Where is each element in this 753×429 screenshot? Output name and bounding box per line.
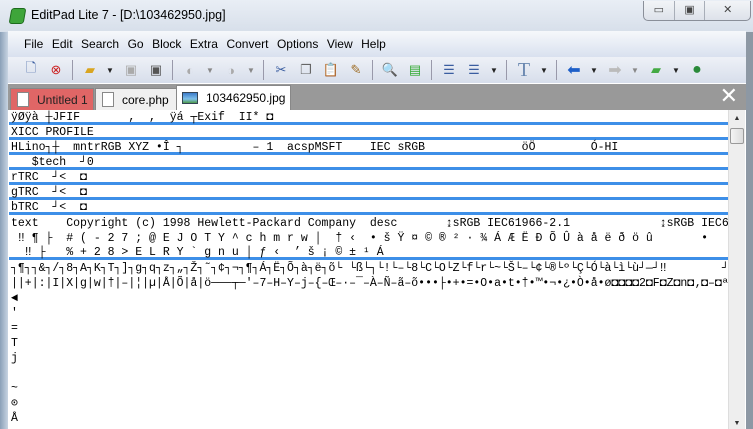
tab-label: 103462950.jpg xyxy=(206,91,286,105)
find-icon[interactable]: 🔍 xyxy=(381,61,399,79)
font-icon[interactable]: T xyxy=(515,59,533,81)
menu-extra[interactable]: Extra xyxy=(190,37,218,51)
maximize-button[interactable]: ▣ xyxy=(675,1,706,20)
menu-go[interactable]: Go xyxy=(128,37,144,51)
vertical-scrollbar[interactable]: ▲ ▼ xyxy=(728,110,745,429)
title-bar: EditPad Lite 7 - [D:\103462950.jpg] ▭ ▣ … xyxy=(0,0,753,32)
close-tab-icon[interactable]: ✕ xyxy=(720,85,738,107)
chevron-down-icon[interactable]: ▼ xyxy=(631,61,639,79)
window-border-left xyxy=(0,32,8,429)
window-controls: ▭ ▣ ✕ xyxy=(643,1,751,21)
text-line: ||+|:|I|X|g|w|†|–|¦|µ|Å|Õ|å|ö───┬─'–7–H–… xyxy=(11,277,728,290)
toolbar-separator xyxy=(263,60,264,80)
image-file-icon xyxy=(182,92,198,104)
chevron-down-icon[interactable]: ▼ xyxy=(672,61,680,79)
text-editor[interactable]: ÿØÿà ┼JFIF , , ÿá ┬Exif II* ◘ XICC PROFIL… xyxy=(9,110,728,429)
app-icon xyxy=(8,8,27,24)
text-line: ⊙ xyxy=(11,397,18,410)
menu-bar: File Edit Search Go Block Extra Convert … xyxy=(8,31,746,57)
toolbar-separator xyxy=(372,60,373,80)
forward-icon[interactable]: ➡ xyxy=(606,61,624,79)
web-icon[interactable]: ● xyxy=(688,61,706,79)
redo-icon[interactable]: ◑ xyxy=(222,61,240,79)
menu-file[interactable]: File xyxy=(24,37,43,51)
replace-icon[interactable]: ▤ xyxy=(406,61,424,79)
notebook-icon[interactable]: ▰ xyxy=(647,61,665,79)
text-line: text Copyright (c) 1998 Hewlett-Packard … xyxy=(11,217,728,230)
chevron-down-icon[interactable]: ▼ xyxy=(540,61,548,79)
text-line: bTRC ┘< ◘ xyxy=(9,200,728,215)
close-file-icon[interactable]: ⊗ xyxy=(47,61,65,79)
text-line: gTRC ┘< ◘ xyxy=(9,185,728,200)
text-line: Å xyxy=(11,412,18,425)
menu-search[interactable]: Search xyxy=(81,37,119,51)
text-line: j xyxy=(11,352,18,365)
text-line: ‼ ├ % + 2 8 > E L R Y ` g n u │ ƒ ‹ ’ š … xyxy=(9,245,728,260)
tab-103462950-jpg[interactable]: 103462950.jpg xyxy=(176,85,291,110)
toolbar: 🗋 ⊗ ▰ ▼ ▣ ▣ ◐ ▼ ◑ ▼ ✂ ❐ 📋 ✎ 🔍 ▤ ☰ ☰ ▼ T … xyxy=(8,57,746,83)
text-line xyxy=(9,365,728,380)
tab-bar: Untitled 1 core.php 103462950.jpg ✕ xyxy=(8,84,746,110)
text-line: $tech ┘0 xyxy=(9,155,728,170)
toolbar-separator xyxy=(556,60,557,80)
undo-icon[interactable]: ◐ xyxy=(181,61,199,79)
menu-edit[interactable]: Edit xyxy=(52,37,73,51)
text-line: HLino┐┼ mntrRGB XYZ •Î ┐ – 1 acspMSFT IE… xyxy=(9,140,728,155)
save-all-icon[interactable]: ▣ xyxy=(147,61,165,79)
text-line: ┐¶┐┐&┐/┐8┐A┐K┐T┐]┐g┐q┐z┐„┐Ž┐˜┐¢┐¬┐¶┐Á┐Ë┐… xyxy=(11,262,728,275)
chevron-down-icon[interactable]: ▼ xyxy=(106,61,114,79)
window-title: EditPad Lite 7 - [D:\103462950.jpg] xyxy=(31,8,226,22)
text-line: ~ xyxy=(11,382,18,395)
text-line: ÿØÿà ┼JFIF , , ÿá ┬Exif II* ◘ xyxy=(9,110,728,125)
cut-icon[interactable]: ✂ xyxy=(272,61,290,79)
file-icon xyxy=(102,92,114,107)
copy-icon[interactable]: ❐ xyxy=(297,61,315,79)
menu-convert[interactable]: Convert xyxy=(226,37,268,51)
menu-options[interactable]: Options xyxy=(277,37,318,51)
text-line: = xyxy=(11,322,18,335)
new-file-icon[interactable]: 🗋 xyxy=(22,60,40,79)
close-button[interactable]: ✕ xyxy=(705,1,750,20)
scrollbar-thumb[interactable] xyxy=(730,128,744,144)
text-line: XICC PROFILE xyxy=(9,125,728,140)
block-icon[interactable]: ☰ xyxy=(465,61,483,79)
save-icon[interactable]: ▣ xyxy=(122,61,140,79)
minimize-button[interactable]: ▭ xyxy=(644,1,675,20)
text-line: ' xyxy=(11,307,18,320)
indent-icon[interactable]: ☰ xyxy=(440,61,458,79)
toolbar-separator xyxy=(172,60,173,80)
menu-block[interactable]: Block xyxy=(152,37,181,51)
scroll-down-icon[interactable]: ▼ xyxy=(729,420,745,427)
clipboard-edit-icon[interactable]: ✎ xyxy=(347,61,365,79)
text-line: ◄ xyxy=(11,292,18,305)
text-line: ‼ ¶ ├ # ( - 2 7 ; @ E J O T Y ^ c h m r … xyxy=(11,232,709,245)
toolbar-separator xyxy=(431,60,432,80)
menu-view[interactable]: View xyxy=(327,37,353,51)
chevron-down-icon[interactable]: ▼ xyxy=(590,61,598,79)
tab-untitled-1[interactable]: Untitled 1 xyxy=(10,88,94,110)
toolbar-separator xyxy=(506,60,507,80)
text-file-icon xyxy=(17,92,29,107)
chevron-down-icon[interactable]: ▼ xyxy=(247,61,255,79)
chevron-down-icon[interactable]: ▼ xyxy=(490,61,498,79)
menu-help[interactable]: Help xyxy=(361,37,386,51)
text-line: rTRC ┘< ◘ xyxy=(9,170,728,185)
toolbar-separator xyxy=(72,60,73,80)
tab-label: core.php xyxy=(122,92,169,107)
chevron-down-icon[interactable]: ▼ xyxy=(206,61,214,79)
tab-label: Untitled 1 xyxy=(37,92,88,107)
text-line: T xyxy=(11,337,18,350)
open-folder-icon[interactable]: ▰ xyxy=(81,61,99,79)
paste-icon[interactable]: 📋 xyxy=(322,61,340,79)
back-icon[interactable]: ⬅ xyxy=(565,61,583,79)
tab-core-php[interactable]: core.php xyxy=(95,88,181,110)
scroll-up-icon[interactable]: ▲ xyxy=(729,115,745,122)
window-border-right xyxy=(746,32,753,429)
